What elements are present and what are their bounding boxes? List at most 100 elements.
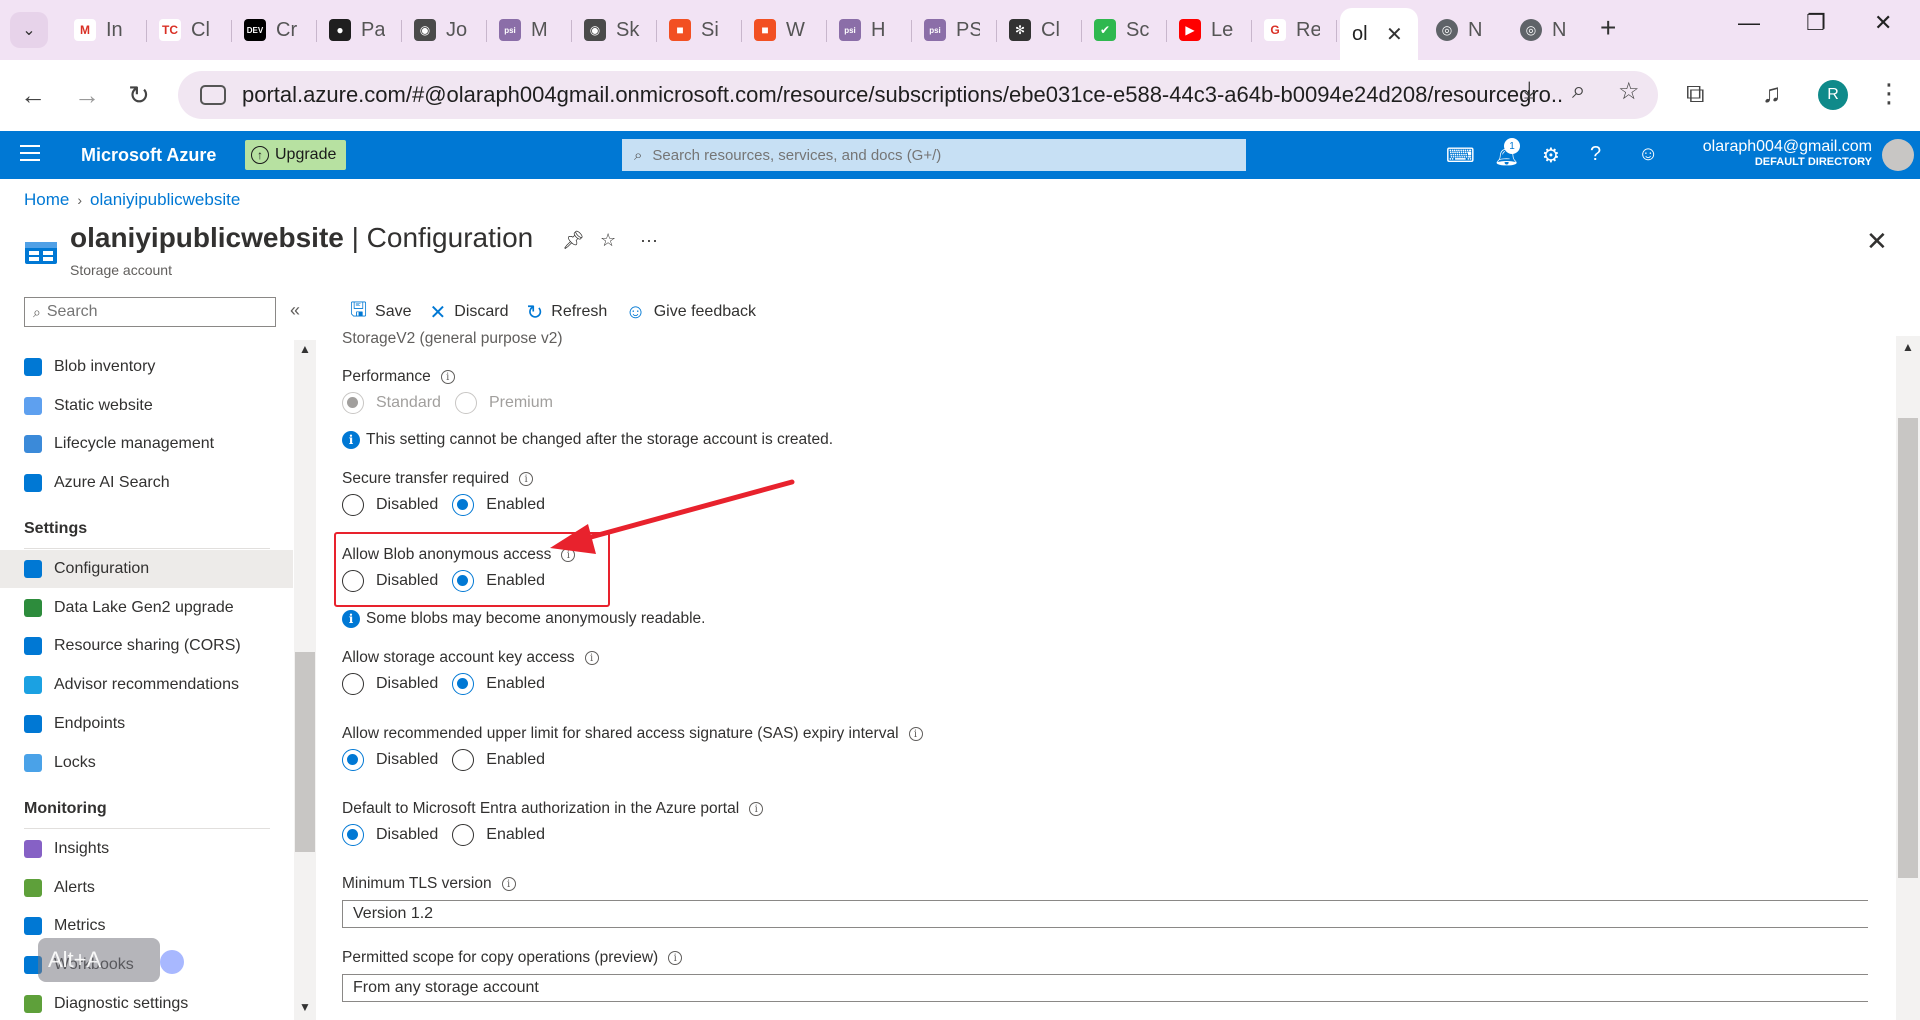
url-text[interactable]: portal.azure.com/#@olaraph004gmail.onmic… <box>242 82 1562 108</box>
tab-item[interactable]: ▶ Le <box>1167 12 1251 48</box>
info-icon[interactable]: i <box>440 370 455 384</box>
install-app-icon[interactable]: ⤓ <box>1524 77 1535 105</box>
globe-icon: ◉ <box>414 19 436 41</box>
performance-standard-radio[interactable]: Standard <box>342 392 441 414</box>
cloud-shell-icon[interactable]: ⌨ <box>1446 143 1475 168</box>
nav-search[interactable]: ⌕ <box>24 297 276 327</box>
back-arrow-icon[interactable]: ← <box>20 80 46 111</box>
account-avatar[interactable] <box>1882 139 1914 171</box>
nav-item-endpoints[interactable]: Endpoints <box>0 705 293 743</box>
nav-scrollbar-thumb[interactable] <box>295 652 315 852</box>
tab-item[interactable]: ◉ Jo <box>402 12 486 48</box>
nav-item-diagnostic-settings[interactable]: Diagnostic settings <box>0 985 293 1020</box>
nav-item-static-website[interactable]: Static website <box>0 387 293 425</box>
entra-default-enabled-radio[interactable]: Enabled <box>452 824 545 846</box>
forward-arrow-icon[interactable]: → <box>74 80 100 111</box>
key-access-enabled-radio[interactable]: Enabled <box>452 673 545 695</box>
favorite-star-icon[interactable]: ☆ <box>600 230 616 251</box>
bookmark-star-icon[interactable]: ☆ <box>1618 77 1640 106</box>
info-icon[interactable]: i <box>501 877 516 891</box>
help-icon[interactable]: ? <box>1590 143 1601 166</box>
breadcrumb-home[interactable]: Home <box>24 190 69 210</box>
secure-transfer-enabled-radio[interactable]: Enabled <box>452 494 545 516</box>
tab-search-button[interactable]: ⌄ <box>10 12 48 48</box>
nav-item-data-lake-gen2-upgrade[interactable]: Data Lake Gen2 upgrade <box>0 589 293 627</box>
account-info[interactable]: olaraph004@gmail.com DEFAULT DIRECTORY <box>1703 138 1872 168</box>
close-window-icon[interactable]: ✕ <box>1874 10 1892 36</box>
info-icon[interactable]: i <box>908 727 923 741</box>
tab-item[interactable]: ■ Si <box>657 12 741 48</box>
info-icon[interactable]: i <box>668 951 683 965</box>
entra-default-disabled-radio[interactable]: Disabled <box>342 824 438 846</box>
tab-item[interactable]: TC Cl <box>147 12 231 48</box>
nav-item-resource-sharing-cors[interactable]: Resource sharing (CORS) <box>0 627 293 665</box>
sas-limit-enabled-radio[interactable]: Enabled <box>452 749 545 771</box>
more-options-icon[interactable]: ··· <box>640 230 658 251</box>
pin-icon[interactable]: 📌︎ <box>562 230 585 251</box>
global-search[interactable]: ⌕ <box>622 139 1246 171</box>
nav-item-insights[interactable]: Insights <box>0 830 293 868</box>
key-access-disabled-radio[interactable]: Disabled <box>342 673 438 695</box>
nav-item-locks[interactable]: Locks <box>0 744 293 782</box>
info-icon[interactable]: i <box>519 472 534 486</box>
nav-item-blob-inventory[interactable]: Blob inventory <box>0 348 293 386</box>
tab-item[interactable]: G Re <box>1252 12 1336 48</box>
nav-item-configuration[interactable]: Configuration <box>0 550 293 588</box>
secure-transfer-disabled-radio[interactable]: Disabled <box>342 494 438 516</box>
close-icon[interactable]: ✕ <box>1386 22 1403 47</box>
sas-limit-disabled-radio[interactable]: Disabled <box>342 749 438 771</box>
tab-separator <box>1336 20 1337 42</box>
extensions-icon[interactable]: ⧉ <box>1686 78 1705 110</box>
tab-item[interactable]: M In <box>62 12 146 48</box>
nav-item-azure-ai-search[interactable]: Azure AI Search <box>0 464 293 502</box>
upgrade-button[interactable]: ↑ Upgrade <box>245 140 347 170</box>
zoom-icon[interactable]: ⌕ <box>1572 77 1585 105</box>
tab-item[interactable]: ✔ Sc <box>1082 12 1166 48</box>
breadcrumb-resource[interactable]: olaniyipublicwebsite <box>90 190 240 210</box>
settings-gear-icon[interactable]: ⚙ <box>1542 143 1560 168</box>
give-feedback-button[interactable]: ☺ Give feedback <box>625 301 756 324</box>
refresh-button[interactable]: ↻ Refresh <box>527 300 608 325</box>
info-icon[interactable]: i <box>749 802 764 816</box>
discard-button[interactable]: ✕ Discard <box>430 300 509 325</box>
nav-search-input[interactable] <box>46 303 257 321</box>
restore-icon[interactable]: ❐ <box>1806 10 1826 36</box>
site-info-icon[interactable] <box>200 85 226 105</box>
content-scrollbar-thumb[interactable] <box>1898 418 1918 878</box>
close-blade-icon[interactable]: ✕ <box>1866 226 1888 257</box>
chrome-menu-icon[interactable]: ⋮ <box>1876 78 1902 109</box>
copy-scope-dropdown[interactable]: From any storage account ⌄ <box>342 974 1868 1002</box>
info-icon[interactable]: i <box>584 651 599 665</box>
nav-item-lifecycle-management[interactable]: Lifecycle management <box>0 425 293 463</box>
tab-item[interactable]: ◎ N <box>1508 12 1592 48</box>
minimize-icon[interactable]: — <box>1738 10 1760 36</box>
global-search-input[interactable] <box>652 146 1213 164</box>
profile-avatar[interactable]: R <box>1818 80 1848 110</box>
nav-item-advisor-recommendations[interactable]: Advisor recommendations <box>0 666 293 704</box>
new-tab-button[interactable]: + <box>1600 12 1616 44</box>
azure-brand[interactable]: Microsoft Azure <box>81 145 216 166</box>
performance-premium-radio[interactable]: Premium <box>454 392 553 414</box>
tab-item[interactable]: psi H <box>827 12 911 48</box>
save-button[interactable]: 🖫 Save <box>350 295 412 329</box>
nav-item-alerts[interactable]: Alerts <box>0 869 293 907</box>
tls-version-dropdown[interactable]: Version 1.2 ⌄ <box>342 900 1868 928</box>
tab-item[interactable]: psi M <box>487 12 571 48</box>
tab-item[interactable]: ✻ Cl <box>997 12 1081 48</box>
scroll-up-icon[interactable]: ▲ <box>299 342 311 356</box>
scroll-up-icon[interactable]: ▲ <box>1902 340 1914 354</box>
media-control-icon[interactable]: ♫ <box>1762 78 1782 109</box>
tab-item[interactable]: DEV Cr <box>232 12 316 48</box>
tab-active[interactable]: ol ✕ <box>1340 8 1418 60</box>
tab-item[interactable]: ● Pa <box>317 12 401 48</box>
tab-item[interactable]: ◉ Sk <box>572 12 656 48</box>
tab-item[interactable]: ◎ N <box>1424 12 1508 48</box>
scroll-down-icon[interactable]: ▼ <box>299 1000 311 1014</box>
address-bar[interactable]: portal.azure.com/#@olaraph004gmail.onmic… <box>178 71 1658 119</box>
tab-item[interactable]: psi PS <box>912 12 996 48</box>
reload-icon[interactable]: ↻ <box>128 80 150 111</box>
portal-menu-icon[interactable] <box>20 145 40 166</box>
tab-item[interactable]: ■ W <box>742 12 826 48</box>
feedback-icon[interactable]: ☺ <box>1638 143 1658 166</box>
collapse-nav-icon[interactable]: « <box>290 300 300 321</box>
